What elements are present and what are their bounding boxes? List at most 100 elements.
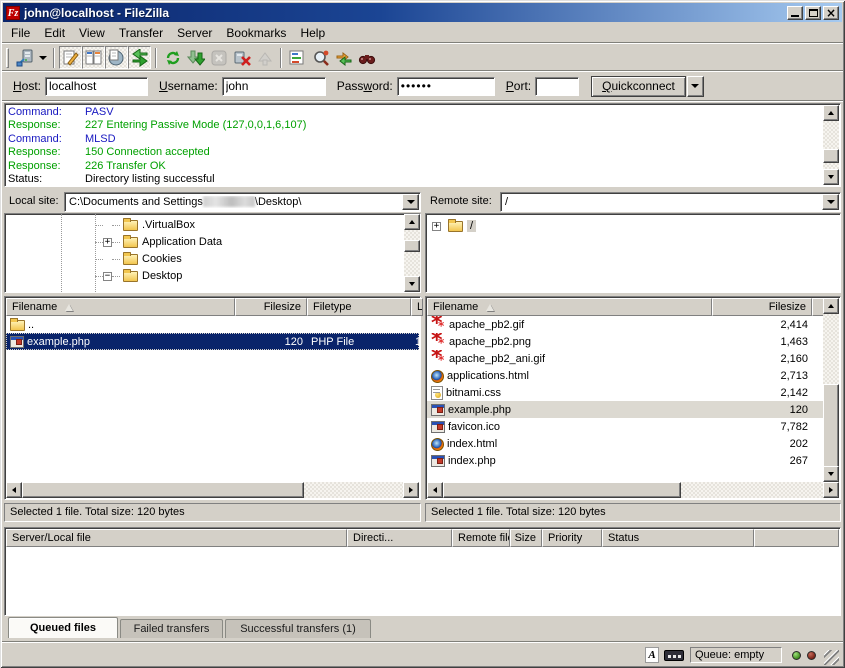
menu-help[interactable]: Help bbox=[293, 24, 332, 42]
scrollbar-thumb[interactable] bbox=[823, 384, 839, 468]
toggle-local-tree-button[interactable] bbox=[82, 46, 105, 69]
username-input[interactable] bbox=[222, 77, 326, 96]
column-header-filename[interactable]: Filename bbox=[427, 298, 712, 316]
cancel-button[interactable] bbox=[207, 46, 230, 69]
menu-transfer[interactable]: Transfer bbox=[112, 24, 170, 42]
file-row[interactable]: index.html 202 bbox=[427, 435, 823, 452]
tree-item-root[interactable]: + / bbox=[432, 218, 476, 234]
local-file-list: Filename Filesize Filetype L .. example.… bbox=[4, 296, 421, 500]
maximize-button[interactable] bbox=[805, 6, 821, 20]
column-header-remote-file[interactable]: Remote file bbox=[452, 529, 510, 547]
file-row[interactable]: apache_pb2_ani.gif 2,160 bbox=[427, 350, 823, 367]
file-row[interactable]: index.php 267 bbox=[427, 452, 823, 469]
scroll-right-button[interactable] bbox=[823, 482, 839, 498]
column-header-filesize[interactable]: Filesize bbox=[235, 298, 307, 316]
synchronized-browsing-button[interactable] bbox=[332, 46, 355, 69]
remote-list-hscrollbar[interactable] bbox=[427, 482, 839, 498]
directory-comparison-icon bbox=[312, 49, 330, 67]
log-scrollbar[interactable] bbox=[823, 105, 839, 185]
column-header-filesize[interactable]: Filesize bbox=[712, 298, 812, 316]
menu-server[interactable]: Server bbox=[170, 24, 219, 42]
menu-bookmarks[interactable]: Bookmarks bbox=[219, 24, 293, 42]
site-manager-button[interactable] bbox=[13, 46, 36, 69]
column-header-last-modified[interactable]: L bbox=[411, 298, 423, 316]
tree-item-desktop[interactable]: − Desktop bbox=[95, 268, 182, 284]
local-site-dropdown-button[interactable] bbox=[402, 194, 419, 210]
tree-item-virtualbox[interactable]: .VirtualBox bbox=[95, 217, 195, 233]
directory-comparison-button[interactable] bbox=[309, 46, 332, 69]
filter-button[interactable] bbox=[286, 46, 309, 69]
scroll-up-button[interactable] bbox=[823, 298, 839, 314]
image-file-icon bbox=[431, 335, 446, 349]
toggle-message-log-button[interactable] bbox=[59, 46, 82, 69]
tree-item-application-data[interactable]: + Application Data bbox=[95, 234, 222, 250]
tree-expander-plus[interactable]: + bbox=[103, 238, 112, 247]
close-button[interactable]: × bbox=[823, 6, 839, 20]
find-files-button[interactable] bbox=[355, 46, 378, 69]
remote-site-combo[interactable]: / bbox=[500, 192, 841, 212]
column-header-status[interactable]: Status bbox=[602, 529, 754, 547]
menu-edit[interactable]: Edit bbox=[37, 24, 72, 42]
file-row-parent-dir[interactable]: .. bbox=[6, 316, 419, 333]
scroll-down-button[interactable] bbox=[404, 276, 420, 292]
dropdown-arrow-icon bbox=[691, 84, 699, 88]
toolbar-grip[interactable] bbox=[6, 48, 9, 68]
tab-successful-transfers[interactable]: Successful transfers (1) bbox=[225, 619, 371, 638]
column-header-filetype[interactable]: Filetype bbox=[307, 298, 411, 316]
scroll-up-button[interactable] bbox=[404, 214, 420, 230]
site-manager-dropdown-button[interactable] bbox=[36, 47, 49, 68]
speed-limits-icon[interactable] bbox=[664, 650, 684, 661]
file-row[interactable]: apache_pb2.gif 2,414 bbox=[427, 316, 823, 333]
toggle-remote-tree-button[interactable] bbox=[105, 46, 128, 69]
file-row[interactable]: favicon.ico 7,782 bbox=[427, 418, 823, 435]
tab-queued-files[interactable]: Queued files bbox=[8, 617, 118, 638]
process-queue-button[interactable] bbox=[184, 46, 207, 69]
scroll-down-button[interactable] bbox=[823, 466, 839, 482]
window-resize-grip[interactable] bbox=[824, 650, 839, 665]
tab-failed-transfers[interactable]: Failed transfers bbox=[120, 619, 223, 638]
file-row[interactable]: apache_pb2.png 1,463 bbox=[427, 333, 823, 350]
column-header-filename[interactable]: Filename bbox=[6, 298, 235, 316]
password-input[interactable] bbox=[397, 77, 495, 96]
local-site-combo[interactable]: C:\Documents and Settings\Desktop\ bbox=[64, 192, 421, 212]
quickconnect-button[interactable]: Quickconnect bbox=[591, 76, 686, 97]
host-input[interactable] bbox=[45, 77, 148, 96]
file-row[interactable]: bitnami.css 2,142 bbox=[427, 384, 823, 401]
local-list-hscrollbar[interactable] bbox=[6, 482, 419, 498]
toggle-transfer-queue-button[interactable] bbox=[128, 46, 151, 69]
disconnect-button[interactable] bbox=[230, 46, 253, 69]
scrollbar-thumb[interactable] bbox=[22, 482, 304, 498]
column-header-direction[interactable]: Directi... bbox=[347, 529, 452, 547]
column-header-size[interactable]: Size bbox=[510, 529, 542, 547]
local-tree-scrollbar[interactable] bbox=[404, 214, 420, 292]
file-row-selected[interactable]: example.php 120 bbox=[427, 401, 823, 418]
menu-view[interactable]: View bbox=[72, 24, 112, 42]
minimize-button[interactable] bbox=[787, 6, 803, 20]
scrollbar-thumb[interactable] bbox=[443, 482, 681, 498]
remote-list-vscrollbar[interactable] bbox=[823, 298, 839, 482]
scrollbar-thumb[interactable] bbox=[823, 149, 839, 163]
quickconnect-dropdown-button[interactable] bbox=[687, 76, 704, 97]
scroll-right-button[interactable] bbox=[403, 482, 419, 498]
reconnect-button[interactable] bbox=[253, 46, 276, 69]
ascii-data-type-icon[interactable]: A bbox=[645, 647, 659, 663]
file-row-example-php[interactable]: example.php 120 PHP File 1 bbox=[6, 333, 419, 350]
column-header-priority[interactable]: Priority bbox=[542, 529, 602, 547]
column-header-server-local-file[interactable]: Server/Local file bbox=[6, 529, 347, 547]
scroll-left-button[interactable] bbox=[427, 482, 443, 498]
refresh-button[interactable] bbox=[161, 46, 184, 69]
scroll-left-button[interactable] bbox=[6, 482, 22, 498]
scroll-down-button[interactable] bbox=[823, 169, 839, 185]
menu-file[interactable]: File bbox=[4, 24, 37, 42]
tree-expander-minus[interactable]: − bbox=[103, 272, 112, 281]
filezilla-app-icon[interactable]: Fz bbox=[6, 6, 20, 20]
tree-expander-plus[interactable]: + bbox=[432, 222, 441, 231]
status-led-red-icon bbox=[807, 651, 816, 660]
file-row[interactable]: applications.html 2,713 bbox=[427, 367, 823, 384]
scrollbar-thumb[interactable] bbox=[404, 240, 420, 252]
port-input[interactable] bbox=[535, 77, 579, 96]
remote-site-dropdown-button[interactable] bbox=[822, 194, 839, 210]
tree-item-cookies[interactable]: Cookies bbox=[95, 251, 182, 267]
scroll-up-button[interactable] bbox=[823, 105, 839, 121]
reconnect-icon bbox=[256, 49, 274, 67]
